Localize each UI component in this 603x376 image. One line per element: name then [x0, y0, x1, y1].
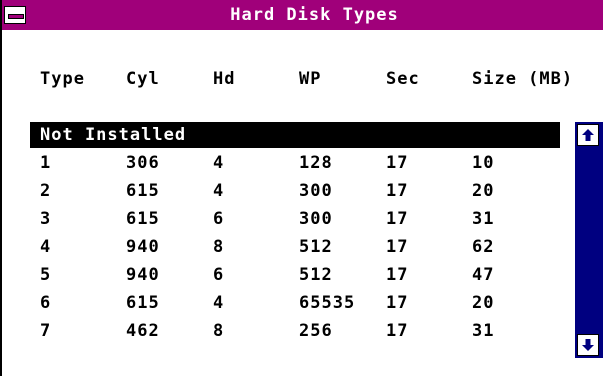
cell-type: 2	[40, 181, 52, 201]
cell-wp: 300	[299, 209, 333, 229]
cell-wp: 300	[299, 181, 333, 201]
cell-sec: 17	[386, 265, 409, 285]
cell-sec: 17	[386, 237, 409, 257]
cell-wp: 65535	[299, 293, 356, 313]
column-header-size: Size (MB)	[472, 69, 574, 89]
list-item-label: Not Installed	[40, 125, 187, 145]
cell-hd: 4	[213, 293, 225, 313]
column-header-type: Type	[40, 69, 85, 89]
cell-sec: 17	[386, 321, 409, 341]
cell-wp: 512	[299, 265, 333, 285]
column-header-hd: Hd	[213, 69, 236, 89]
cell-size: 47	[472, 265, 495, 285]
cell-cyl: 615	[126, 181, 160, 201]
list-item-not-installed[interactable]: Not Installed	[30, 122, 560, 148]
cell-size: 62	[472, 237, 495, 257]
cell-cyl: 462	[126, 321, 160, 341]
cell-type: 3	[40, 209, 52, 229]
cell-cyl: 306	[126, 153, 160, 173]
column-header-sec: Sec	[386, 69, 420, 89]
cell-sec: 17	[386, 209, 409, 229]
cell-size: 20	[472, 181, 495, 201]
arrow-up-icon[interactable]	[577, 124, 599, 146]
cell-cyl: 615	[126, 293, 160, 313]
cell-hd: 6	[213, 265, 225, 285]
disk-type-list[interactable]: Not Installed 1 306 4 128 17 10 2 615 4 …	[30, 122, 560, 358]
cell-wp: 512	[299, 237, 333, 257]
cell-cyl: 940	[126, 237, 160, 257]
cell-type: 5	[40, 265, 52, 285]
cell-type: 4	[40, 237, 52, 257]
arrow-down-icon[interactable]	[577, 334, 599, 356]
window-title: Hard Disk Types	[230, 5, 399, 25]
hard-disk-types-dialog: Hard Disk Types Type Cyl Hd WP Sec Size …	[0, 0, 603, 376]
cell-wp: 256	[299, 321, 333, 341]
vertical-scrollbar[interactable]	[575, 122, 603, 358]
cell-type: 1	[40, 153, 52, 173]
cell-hd: 4	[213, 181, 225, 201]
cell-hd: 8	[213, 321, 225, 341]
column-header-cyl: Cyl	[126, 69, 160, 89]
cell-size: 31	[472, 321, 495, 341]
cell-hd: 8	[213, 237, 225, 257]
cell-cyl: 940	[126, 265, 160, 285]
cell-type: 7	[40, 321, 52, 341]
column-header-wp: WP	[299, 69, 322, 89]
system-menu-bar	[8, 14, 24, 19]
cell-cyl: 615	[126, 209, 160, 229]
cell-sec: 17	[386, 181, 409, 201]
title-bar: Hard Disk Types	[2, 0, 603, 30]
cell-size: 31	[472, 209, 495, 229]
cell-hd: 4	[213, 153, 225, 173]
cell-hd: 6	[213, 209, 225, 229]
cell-wp: 128	[299, 153, 333, 173]
cell-size: 10	[472, 153, 495, 173]
cell-size: 20	[472, 293, 495, 313]
cell-sec: 17	[386, 293, 409, 313]
system-menu-icon[interactable]	[4, 6, 26, 24]
cell-sec: 17	[386, 153, 409, 173]
cell-type: 6	[40, 293, 52, 313]
